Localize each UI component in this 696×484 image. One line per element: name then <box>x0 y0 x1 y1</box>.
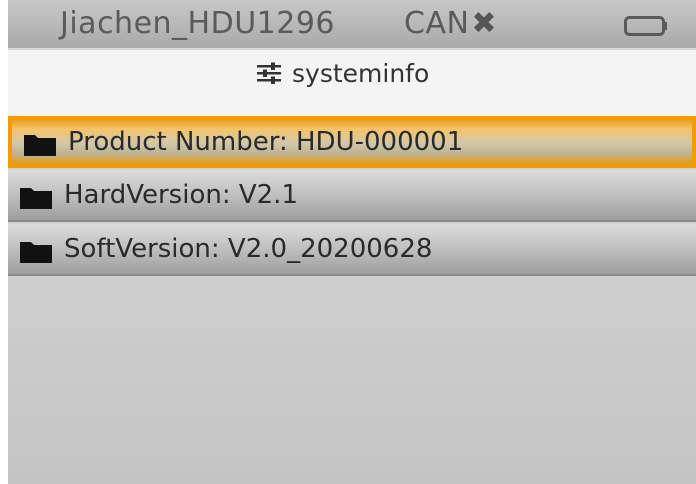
device-name: Jiachen_HDU1296 <box>60 6 336 41</box>
list-item-label: Product Number: HDU-000001 <box>68 127 464 157</box>
title-bar: systeminfo <box>8 48 696 116</box>
folder-icon <box>20 188 52 209</box>
battery-icon <box>624 16 667 36</box>
list-item-soft-version[interactable]: SoftVersion: V2.0_20200628 <box>8 224 696 276</box>
list-item-label: HardVersion: V2.1 <box>64 180 298 210</box>
can-status: CAN✖ <box>404 6 497 41</box>
can-label: CAN <box>404 6 470 41</box>
list-item-product-number[interactable]: Product Number: HDU-000001 <box>8 116 696 168</box>
device-screen: Jiachen_HDU1296 CAN✖ systeminfo Product <box>8 0 696 484</box>
status-bar: Jiachen_HDU1296 CAN✖ <box>8 0 696 48</box>
folder-icon <box>20 242 52 263</box>
list-item-hard-version[interactable]: HardVersion: V2.1 <box>8 170 696 222</box>
sliders-icon <box>257 62 281 84</box>
page-title: systeminfo <box>292 58 430 88</box>
list-item-label: SoftVersion: V2.0_20200628 <box>64 234 433 264</box>
page-title-group: systeminfo <box>256 56 429 90</box>
folder-icon <box>24 135 56 156</box>
x-icon: ✖ <box>471 6 498 41</box>
